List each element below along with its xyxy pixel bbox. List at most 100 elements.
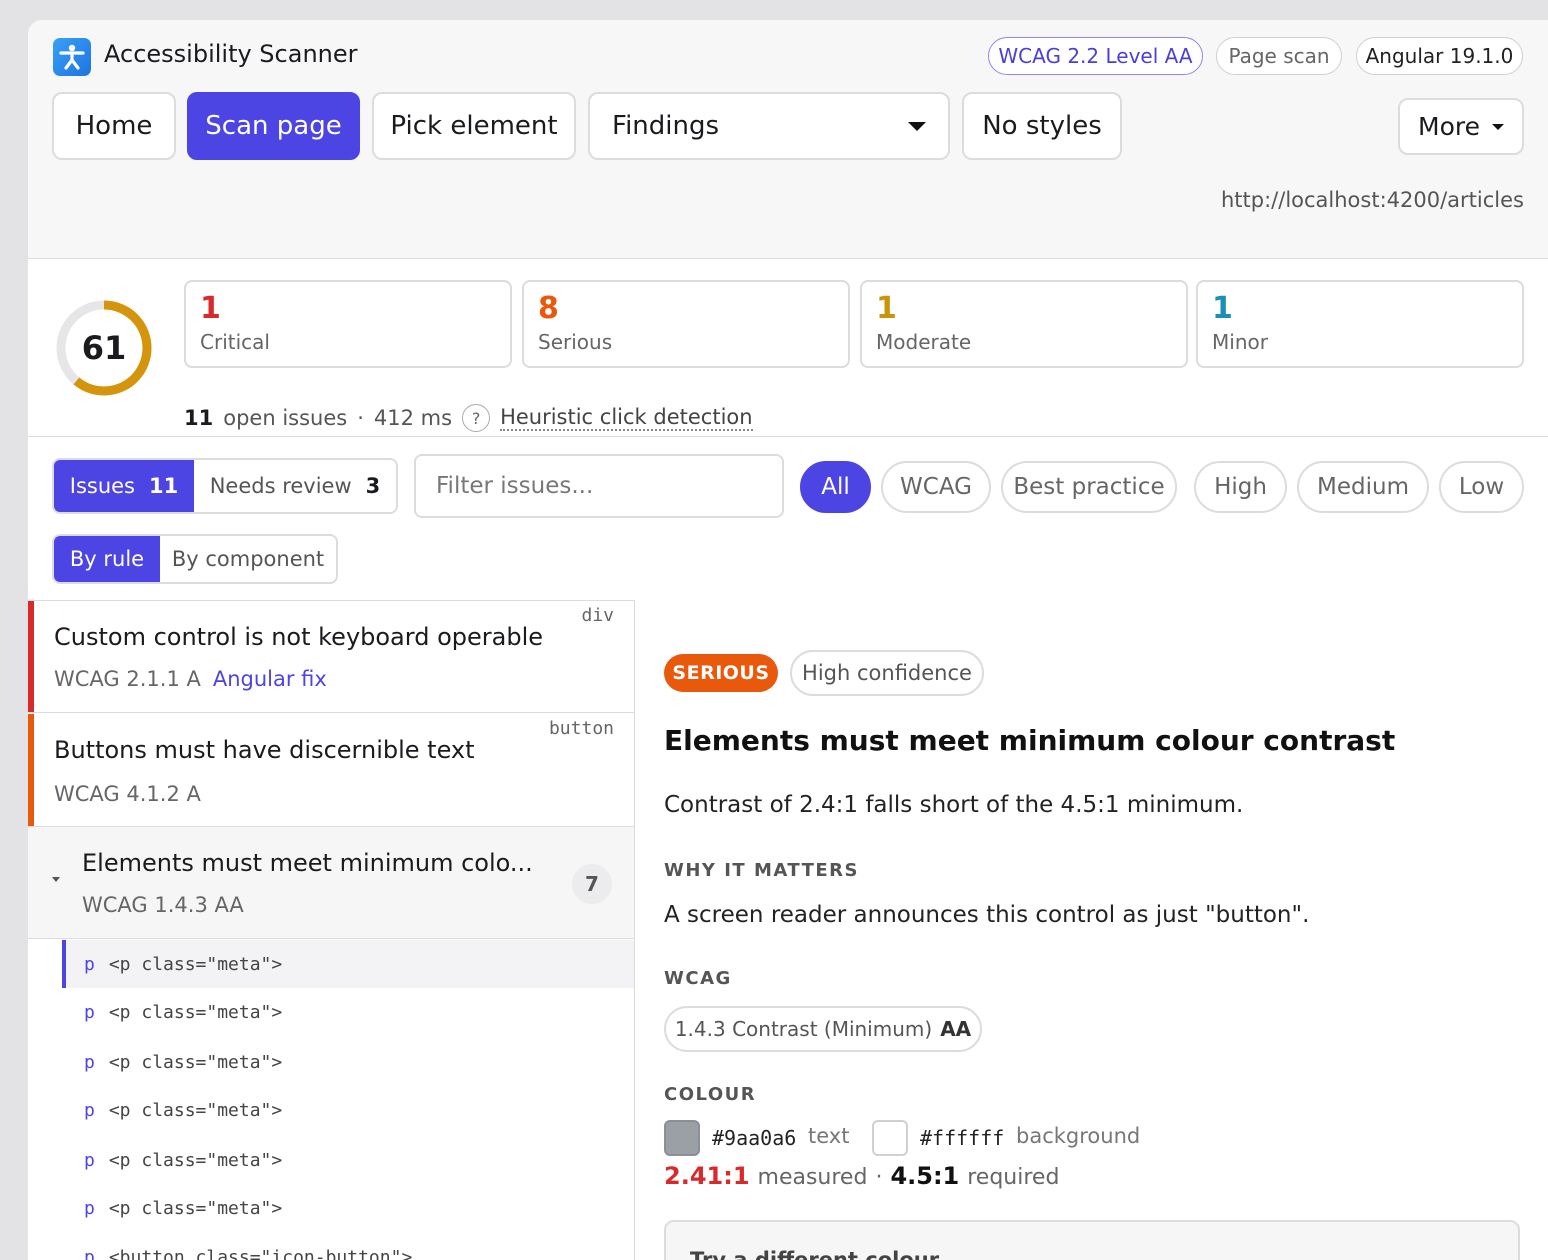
open-issue-count: 11: [184, 406, 214, 430]
why-heading: WHY IT MATTERS: [664, 860, 859, 881]
wcag-criterion-chip[interactable]: 1.4.3 Contrast (Minimum) AA: [664, 1006, 982, 1052]
findings-dropdown[interactable]: Findings: [588, 92, 950, 160]
help-icon[interactable]: ?: [462, 404, 491, 432]
tab-issues-label: Issues: [69, 474, 135, 498]
score-value: 61: [81, 329, 127, 367]
measured-label: measured: [757, 1165, 868, 1190]
critical-count: 1: [200, 291, 221, 326]
angular-fix-link[interactable]: Angular fix: [213, 667, 327, 691]
node-code: <p class="meta">: [108, 953, 283, 975]
issues-review-toggle: Issues 11 Needs review 3: [52, 458, 398, 514]
try-different-colour-panel[interactable]: Try a different colour: [664, 1220, 1520, 1260]
issue-wcag: WCAG 2.1.1 A: [54, 667, 201, 691]
scan-duration: 412 ms: [373, 406, 453, 430]
tab-needs-review[interactable]: Needs review 3: [194, 460, 396, 512]
serious-label: Serious: [538, 330, 613, 354]
node-tag: p: [84, 1246, 95, 1260]
background-colour-swatch[interactable]: [872, 1120, 908, 1156]
expand-triangle-icon[interactable]: [52, 877, 60, 882]
wcag-criterion: 1.4.3 Contrast (Minimum): [674, 1017, 933, 1041]
node-tag: p: [84, 953, 95, 975]
critical-label: Critical: [200, 330, 270, 354]
scan-mode-chip[interactable]: Page scan: [1216, 37, 1342, 75]
heuristic-click-detection-link[interactable]: Heuristic click detection: [500, 405, 753, 431]
confidence-badge: High confidence: [790, 650, 984, 696]
tab-issues[interactable]: Issues 11: [54, 460, 194, 512]
colour-heading: COLOUR: [664, 1084, 757, 1105]
serious-count: 8: [538, 291, 559, 326]
element-tag: button: [548, 718, 614, 739]
node-tag: p: [84, 1149, 95, 1171]
scan-summary: 61 1 Critical 8 Serious 1 Moderate 1 Min…: [28, 260, 1548, 437]
background-colour-label: background: [1016, 1124, 1141, 1148]
affected-node[interactable]: p <p class="meta">: [62, 1184, 634, 1232]
required-label: required: [967, 1165, 1060, 1190]
chevron-down-icon: [1492, 123, 1504, 130]
no-styles-button[interactable]: No styles: [962, 92, 1122, 160]
node-code: <p class="meta">: [108, 1149, 283, 1171]
affected-node[interactable]: p <p class="meta">: [62, 988, 634, 1036]
filter-pill-medium[interactable]: Medium: [1297, 461, 1429, 513]
text-colour-hex: #9aa0a6: [712, 1126, 797, 1150]
why-text: A screen reader announces this control a…: [664, 902, 1310, 928]
group-by-component-button[interactable]: By component: [160, 536, 336, 582]
wcag-standard-chip[interactable]: WCAG 2.2 Level AA: [988, 37, 1203, 75]
severity-bar: [28, 601, 34, 712]
node-code: <p class="meta">: [108, 1051, 283, 1073]
try-different-colour-label: Try a different colour: [690, 1248, 940, 1260]
scan-page-button[interactable]: Scan page: [187, 92, 360, 160]
issue-title: Buttons must have discernible text: [54, 736, 475, 764]
pick-element-button[interactable]: Pick element: [372, 92, 576, 160]
filter-pill-low[interactable]: Low: [1439, 461, 1524, 513]
affected-node[interactable]: p <p class="meta">: [62, 1136, 634, 1184]
issue-wcag: WCAG 1.4.3 AA: [82, 893, 244, 917]
node-code: <p class="meta">: [108, 1001, 283, 1023]
moderate-count-card[interactable]: 1 Moderate: [860, 280, 1188, 368]
wcag-level: AA: [940, 1017, 972, 1041]
more-menu-button[interactable]: More: [1398, 98, 1524, 155]
issue-title: Elements must meet minimum colo...: [82, 849, 533, 877]
issue-group-expanded[interactable]: Elements must meet minimum colo... WCAG …: [28, 827, 634, 939]
open-issue-label: open issues: [223, 406, 348, 430]
issue-item[interactable]: div Custom control is not keyboard opera…: [28, 601, 634, 713]
severity-badge: SERIOUS: [664, 654, 778, 692]
serious-count-card[interactable]: 8 Serious: [522, 280, 850, 368]
filter-pill-all[interactable]: All: [800, 461, 871, 513]
page-url: http://localhost:4200/articles: [1220, 188, 1524, 212]
home-button[interactable]: Home: [52, 92, 176, 160]
framework-chip: Angular 19.1.0: [1356, 37, 1523, 75]
text-colour-swatch[interactable]: [664, 1120, 700, 1156]
affected-node[interactable]: p <p class="meta">: [62, 1038, 634, 1086]
scanner-panel: Accessibility Scanner WCAG 2.2 Level AA …: [28, 20, 1548, 1260]
app-title: Accessibility Scanner: [104, 40, 358, 68]
text-colour-label: text: [808, 1124, 850, 1148]
grouping-toggle: By rule By component: [52, 534, 338, 584]
filter-pill-wcag[interactable]: WCAG: [881, 461, 991, 513]
critical-count-card[interactable]: 1 Critical: [184, 280, 512, 368]
node-count-badge: 7: [572, 864, 612, 904]
issue-item[interactable]: button Buttons must have discernible tex…: [28, 714, 634, 827]
filter-pill-best-practice[interactable]: Best practice: [1001, 461, 1177, 513]
filter-pill-high[interactable]: High: [1194, 461, 1287, 513]
minor-count: 1: [1212, 291, 1233, 326]
element-tag: div: [581, 605, 614, 626]
required-ratio: 4.5:1: [890, 1162, 960, 1190]
node-code: <p class="meta">: [108, 1197, 283, 1219]
header: Accessibility Scanner WCAG 2.2 Level AA …: [28, 20, 1548, 259]
tab-issues-count: 11: [149, 474, 179, 498]
issue-title: Custom control is not keyboard operable: [54, 623, 543, 651]
findings-dropdown-label: Findings: [612, 111, 720, 141]
issue-list: div Custom control is not keyboard opera…: [28, 600, 635, 1260]
tab-needs-review-count: 3: [365, 474, 381, 498]
node-code: <p class="meta">: [108, 1099, 283, 1121]
detail-title: Elements must meet minimum colour contra…: [664, 724, 1396, 757]
affected-node[interactable]: p <p class="meta">: [62, 940, 634, 988]
filter-issues-input[interactable]: [414, 454, 784, 518]
minor-count-card[interactable]: 1 Minor: [1196, 280, 1524, 368]
separator: ·: [357, 406, 364, 430]
node-code: <button class="icon-button">: [108, 1246, 413, 1260]
more-label: More: [1418, 112, 1480, 141]
group-by-rule-button[interactable]: By rule: [54, 536, 160, 582]
affected-node[interactable]: p <button class="icon-button">: [62, 1233, 634, 1260]
affected-node[interactable]: p <p class="meta">: [62, 1086, 634, 1134]
